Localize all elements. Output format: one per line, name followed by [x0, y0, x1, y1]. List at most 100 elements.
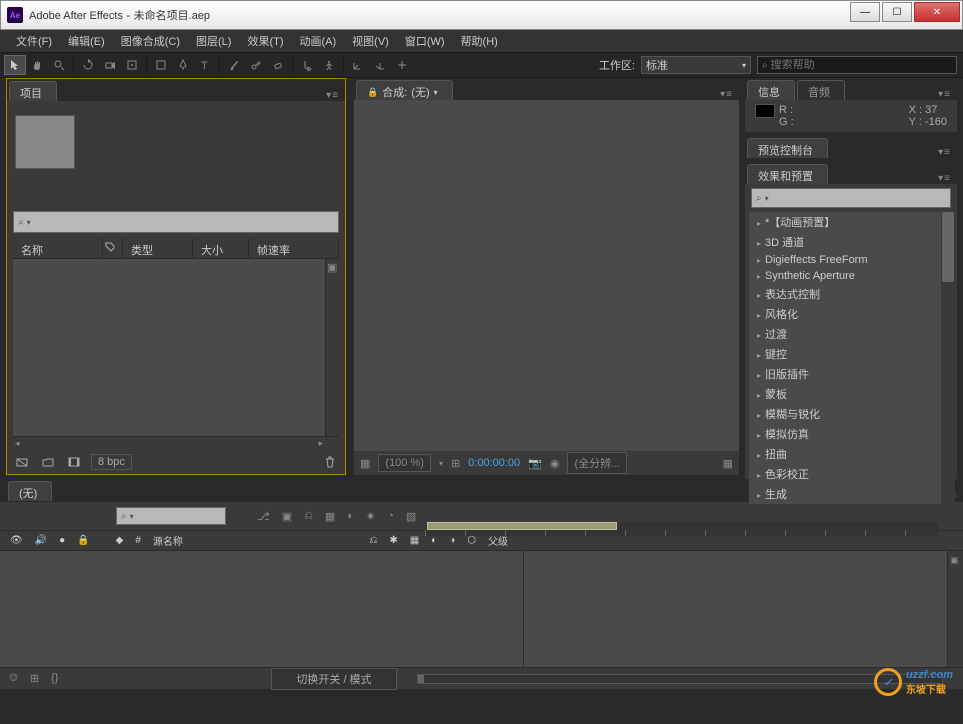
col-audio-icon[interactable]: 🔊 [31, 535, 51, 546]
tool-zoom[interactable] [48, 55, 70, 75]
timeline-zoom-slider[interactable] [417, 674, 943, 684]
project-tab[interactable]: 项目 [9, 81, 57, 101]
col-rate[interactable]: 帧速率 [249, 239, 339, 258]
brainstorm-icon[interactable]: ✷ [363, 508, 378, 525]
fx-anim-presets[interactable]: *【动画预置】 [749, 212, 955, 232]
bpc-display[interactable]: 8 bpc [91, 454, 132, 470]
fx-distort[interactable]: 扭曲 [749, 444, 955, 464]
lock-icon[interactable]: 🔒 [367, 87, 378, 98]
window-minimize-button[interactable]: — [850, 2, 880, 22]
work-area-bar[interactable] [427, 522, 617, 530]
flowchart-icon[interactable]: ▣ [327, 261, 337, 271]
scrollbar-horizontal[interactable]: ◂ ▸ [13, 436, 339, 450]
col-lock-icon[interactable]: 🔒 [73, 535, 93, 546]
new-folder-icon[interactable] [39, 454, 57, 470]
fx-color-correction[interactable]: 色彩校正 [749, 464, 955, 484]
window-maximize-button[interactable]: ☐ [882, 2, 912, 22]
col-switch-mb-icon[interactable]: ◐ [427, 535, 441, 546]
menu-file[interactable]: 文件(F) [8, 31, 60, 51]
col-type[interactable]: 类型 [123, 239, 193, 258]
fx-3d-channel[interactable]: 3D 通道 [749, 232, 955, 252]
graph-editor-icon[interactable]: ▧ [403, 508, 419, 525]
tool-puppet[interactable] [318, 55, 340, 75]
fx-expression-controls[interactable]: 表达式控制 [749, 284, 955, 304]
menu-window[interactable]: 窗口(W) [397, 31, 453, 51]
show-channel-icon[interactable]: ◉ [550, 457, 560, 470]
timeline-search-input[interactable] [134, 510, 221, 522]
new-comp-icon[interactable] [65, 454, 83, 470]
always-preview-icon[interactable]: ▦ [360, 457, 370, 470]
scrollbar-vertical[interactable] [941, 212, 955, 504]
shy-layers-icon[interactable]: ⎌ [301, 508, 316, 525]
timeline-search-box[interactable]: ⌕ ▾ [116, 507, 226, 525]
mode-toggle-button[interactable]: 切换开关 / 模式 [271, 668, 396, 690]
search-help-box[interactable]: ⌕ [757, 56, 957, 74]
comp-panel-menu-icon[interactable]: ▾≡ [714, 89, 739, 100]
menu-help[interactable]: 帮助(H) [453, 31, 506, 51]
project-search-box[interactable]: ⌕ ▾ [13, 211, 339, 233]
timeline-layer-list[interactable] [0, 551, 524, 667]
fx-matte[interactable]: 蒙板 [749, 384, 955, 404]
col-switch-shy-icon[interactable]: ⎌ [365, 535, 381, 546]
col-switch-3d-icon[interactable]: ⬡ [463, 535, 480, 546]
tool-eraser[interactable] [267, 55, 289, 75]
project-panel-menu-icon[interactable]: ▾≡ [320, 90, 345, 101]
fx-obsolete[interactable]: 旧版插件 [749, 364, 955, 384]
workspace-select[interactable]: 标准 [641, 56, 751, 74]
draft-3d-icon[interactable]: ▣ [279, 508, 295, 525]
info-panel-menu-icon[interactable]: ▾≡ [932, 89, 957, 100]
menu-edit[interactable]: 编辑(E) [60, 31, 113, 51]
toggle-in-out-icon[interactable]: {} [48, 670, 61, 687]
effects-search-box[interactable]: ⌕ ▾ [751, 188, 951, 208]
col-size[interactable]: 大小 [193, 239, 249, 258]
time-display[interactable]: 0:00:00:00 [468, 457, 520, 469]
preview-panel-menu-icon[interactable]: ▾≡ [932, 147, 957, 158]
window-close-button[interactable]: ✕ [914, 2, 960, 22]
scrollbar-vertical[interactable]: ▣ [947, 551, 963, 667]
tool-rotate[interactable] [77, 55, 99, 75]
info-tab[interactable]: 信息 [747, 80, 795, 100]
timeline-ruler[interactable] [425, 522, 939, 536]
tool-text[interactable]: T [194, 55, 216, 75]
col-index[interactable]: # [131, 535, 145, 546]
motion-blur-icon[interactable]: ◐ [344, 508, 357, 524]
col-visible-icon[interactable]: 👁 [6, 535, 27, 546]
project-search-input[interactable] [34, 216, 334, 228]
resolution-select[interactable]: (全分辨... [567, 452, 627, 474]
fx-synthetic-aperture[interactable]: Synthetic Aperture [749, 268, 955, 284]
zoom-level[interactable]: (100 %) [378, 454, 431, 472]
menu-composition[interactable]: 图像合成(C) [113, 31, 188, 51]
search-help-input[interactable] [771, 59, 952, 71]
grid-icon[interactable]: ▦ [723, 457, 733, 470]
menu-effect[interactable]: 效果(T) [239, 31, 291, 51]
toggle-transfer-icon[interactable]: ⊞ [27, 670, 42, 687]
tool-local-axis[interactable] [347, 55, 369, 75]
col-switch-fb-icon[interactable]: ▦ [406, 535, 423, 546]
fx-digieffects[interactable]: Digieffects FreeForm [749, 252, 955, 268]
col-label-icon[interactable] [103, 239, 123, 258]
effects-panel-menu-icon[interactable]: ▾≡ [932, 173, 957, 184]
timeline-track-view[interactable]: ▣ [524, 551, 963, 667]
tool-selection[interactable] [4, 55, 26, 75]
col-switch-fx-icon[interactable]: ✱ [385, 535, 401, 546]
col-label-icon[interactable]: ◆ [112, 535, 128, 546]
timeline-tab[interactable]: (无) [8, 481, 52, 501]
fx-transition[interactable]: 过渡 [749, 324, 955, 344]
col-switch-adj-icon[interactable]: ◑ [445, 535, 459, 546]
channel-icon[interactable]: ⊞ [451, 457, 460, 470]
col-solo-icon[interactable]: ● [55, 535, 69, 546]
comp-mini-flowchart-icon[interactable]: ⎇ [254, 508, 273, 525]
tool-shape[interactable] [150, 55, 172, 75]
search-dropdown-icon[interactable]: ▾ [27, 218, 31, 227]
tool-clone[interactable] [245, 55, 267, 75]
comp-marker-icon[interactable]: ▣ [950, 555, 959, 566]
snapshot-icon[interactable]: 📷 [528, 457, 542, 470]
scrollbar-vertical[interactable]: ▣ [325, 259, 339, 450]
fx-generate[interactable]: 生成 [749, 484, 955, 504]
tool-pen[interactable] [172, 55, 194, 75]
col-source-name[interactable]: 源名称 [149, 533, 219, 548]
tool-view-axis[interactable] [391, 55, 413, 75]
menu-view[interactable]: 视图(V) [344, 31, 397, 51]
col-name[interactable]: 名称 [13, 239, 103, 258]
project-list[interactable]: ▣ ◂ ▸ [13, 259, 339, 450]
